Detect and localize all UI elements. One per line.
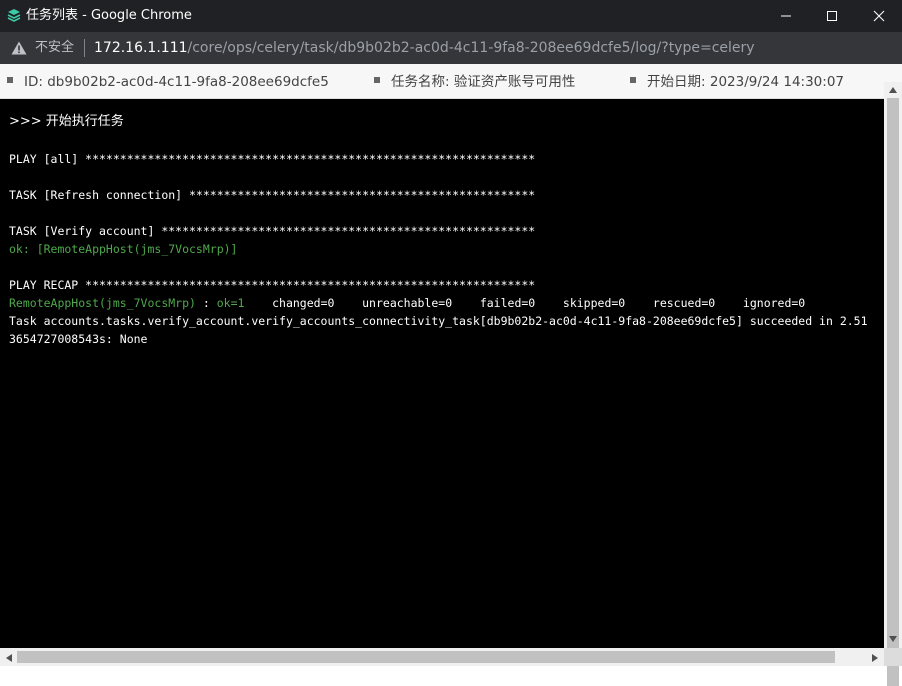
task-id-label: ID: [24,74,43,90]
maximize-button[interactable] [809,0,855,32]
address-separator [84,39,85,57]
recap-host: RemoteAppHost(jms_7VocsMrp) [9,296,196,310]
scroll-left-arrow-icon[interactable] [5,653,13,663]
terminal-log[interactable]: >>> 开始执行任务 PLAY [all] ******************… [0,99,884,648]
warning-triangle-icon[interactable] [11,41,27,55]
bullet-icon [630,77,636,83]
close-button[interactable] [856,0,902,32]
log-task-result: Task accounts.tasks.verify_account.verif… [9,314,868,328]
minimize-button[interactable] [763,0,809,32]
log-play-recap: PLAY RECAP *****************************… [9,278,536,292]
task-date-label: 开始日期: [647,74,706,90]
task-id-value: db9b02b2-ac0d-4c11-9fa8-208ee69dcfe5 [47,74,329,90]
window-title-bar: 任务列表 - Google Chrome [0,0,902,32]
minimize-icon [781,15,791,17]
log-task-result-cont: 3654727008543s: None [9,332,148,346]
scroll-right-arrow-icon[interactable] [871,653,879,663]
bullet-icon [374,77,380,83]
task-name-item: 任务名称: 验证资产账号可用性 [374,73,575,91]
url-host: 172.16.1.111 [94,40,188,56]
url-path: /core/ops/celery/task/db9b02b2-ac0d-4c11… [187,40,755,56]
task-name-value: 验证资产账号可用性 [453,74,576,90]
log-recap-line: RemoteAppHost(jms_7VocsMrp) : ok=1 chang… [9,296,805,310]
address-bar[interactable]: 不安全 172.16.1.111/core/ops/celery/task/db… [0,32,902,64]
task-id-item: ID: db9b02b2-ac0d-4c11-9fa8-208ee69dcfe5 [7,73,329,91]
scrollbar-corner [884,648,902,666]
log-start-line: >>> 开始执行任务 [9,114,124,129]
horizontal-scrollbar[interactable] [0,648,884,666]
window-title: 任务列表 - Google Chrome [26,8,192,23]
horizontal-scroll-thumb[interactable] [17,651,835,663]
task-date-value: 2023/9/24 14:30:07 [709,74,845,90]
app-logo-icon [7,9,21,22]
recap-ok: ok=1 [216,296,245,310]
log-task-verify: TASK [Verify account] ******************… [9,224,536,238]
task-name-label: 任务名称: [391,74,450,90]
vertical-scroll-thumb[interactable] [887,98,899,686]
log-task-refresh: TASK [Refresh connection] **************… [9,188,536,202]
scroll-up-arrow-icon[interactable] [888,86,898,94]
log-ok-host: ok: [RemoteAppHost(jms_7VocsMrp)] [9,242,238,256]
vertical-scrollbar[interactable] [884,82,902,686]
recap-separator: : [195,296,217,310]
task-info-bar: ID: db9b02b2-ac0d-4c11-9fa8-208ee69dcfe5… [0,64,902,99]
log-play-all: PLAY [all] *****************************… [9,152,536,166]
bullet-icon [7,77,13,83]
recap-counts: changed=0 unreachable=0 failed=0 skipped… [244,296,806,310]
task-date-item: 开始日期: 2023/9/24 14:30:07 [630,73,844,91]
security-status-label[interactable]: 不安全 [35,40,74,56]
maximize-icon [827,11,837,21]
url-text[interactable]: 172.16.1.111/core/ops/celery/task/db9b02… [94,39,755,57]
close-icon [873,10,885,22]
scroll-down-arrow-icon[interactable] [888,635,898,643]
